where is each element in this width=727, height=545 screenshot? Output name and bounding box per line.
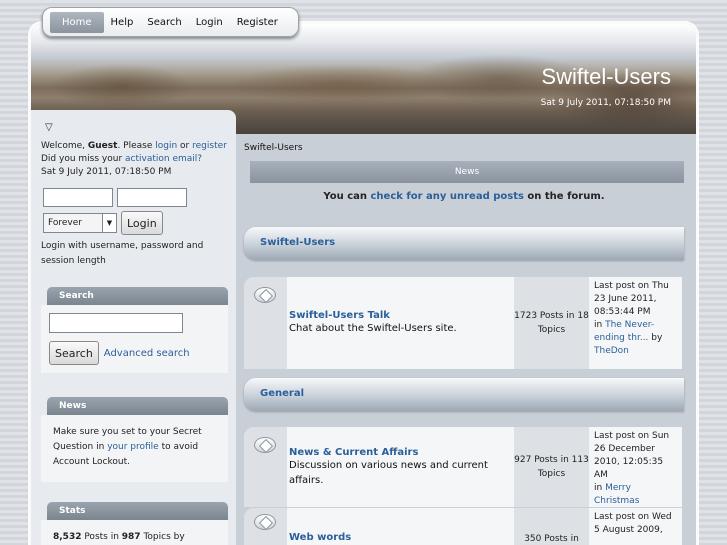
board-row: Web words 350 Posts in Last post on Wed … (244, 508, 682, 545)
board-icon (254, 437, 276, 453)
stats-box: Stats 8,532 Posts in 987 Topics by (41, 502, 228, 545)
news-title-bar: News (250, 161, 684, 183)
board-icon-cell (244, 508, 287, 545)
password-input[interactable] (117, 188, 187, 207)
board-icon (254, 287, 276, 303)
unread-posts-link[interactable]: check for any unread posts (371, 191, 524, 202)
last-post-text: Last post on Wed 5 August 2009, (594, 512, 672, 535)
breadcrumb[interactable]: Swiftel-Users (244, 143, 303, 153)
board-stats: 350 Posts in (514, 508, 589, 545)
news-box-title: News (47, 397, 228, 415)
nav-help[interactable]: Help (104, 12, 141, 33)
last-post-text: Last post on Sun 26 December 2010, 12:05… (594, 431, 670, 480)
board-main: Web words (287, 508, 514, 545)
search-box: Search Search Advanced search (41, 287, 228, 373)
board-last-post: Last post on Sun 26 December 2010, 12:05… (589, 427, 682, 519)
news-pre: You can (323, 191, 371, 202)
user-date: Sat 9 July 2011, 07:18:50 PM (41, 167, 172, 177)
news-line: You can check for any unread posts on th… (250, 191, 678, 202)
last-post-user-link[interactable]: TheDon (594, 346, 629, 356)
stats-topics: 987 (121, 532, 141, 542)
stats-text: 8,532 Posts in 987 Topics by (49, 530, 220, 545)
category-header[interactable]: Swiftel-Users (244, 227, 684, 260)
nav-home[interactable]: Home (50, 11, 104, 33)
news-box: News Make sure you set to your Secret Qu… (41, 397, 228, 482)
board-icon-cell (244, 277, 287, 369)
login-link[interactable]: login (155, 141, 177, 151)
session-length-select[interactable]: Forever ▼ (43, 213, 117, 233)
board-last-post: Last post on Thu 23 June 2011, 08:53:44 … (589, 277, 682, 369)
board-row: Swiftel-Users Talk Chat about the Swifte… (244, 277, 682, 369)
advanced-search-link[interactable]: Advanced search (104, 348, 190, 359)
board-name[interactable]: Web words (289, 532, 514, 543)
nav-search[interactable]: Search (140, 12, 188, 33)
board-last-post: Last post on Wed 5 August 2009, (589, 508, 682, 545)
last-post-in: in (594, 320, 606, 330)
stats-box-title: Stats (47, 502, 228, 520)
news-post: on the forum. (523, 191, 605, 202)
please-text: . Please (117, 141, 156, 151)
search-box-title: Search (47, 287, 228, 305)
search-input[interactable] (49, 313, 183, 333)
nav-login[interactable]: Login (189, 12, 230, 33)
board-name[interactable]: Swiftel-Users Talk (289, 310, 514, 321)
chevron-down-icon[interactable]: ▼ (102, 214, 116, 232)
board-desc: Chat about the Swiftel-Users site. (289, 323, 457, 334)
user-info: Welcome, Guest. Please login or register… (41, 140, 231, 179)
last-post-by: by (648, 333, 663, 343)
board-name[interactable]: News & Current Affairs (289, 447, 514, 458)
welcome-text: Welcome, (41, 141, 88, 151)
triangle-down-icon[interactable]: ▽ (45, 122, 53, 133)
last-post-in: in (594, 483, 606, 493)
login-fields (43, 188, 191, 210)
or-text: or (177, 141, 193, 151)
board-main: News & Current Affairs Discussion on var… (287, 427, 514, 507)
board-row: News & Current Affairs Discussion on var… (244, 427, 682, 519)
nav-register[interactable]: Register (230, 12, 285, 33)
stats-posts: 8,532 (53, 532, 82, 542)
activation-link[interactable]: activation email? (125, 154, 202, 164)
stats-topics-label: Topics by (140, 532, 185, 542)
board-icon (254, 514, 276, 530)
miss-text: Did you miss your (41, 154, 126, 164)
login-button[interactable]: Login (121, 211, 163, 235)
top-nav: Home Help Search Login Register (42, 7, 299, 37)
board-stats: 1723 Posts in 18 Topics (514, 277, 589, 369)
board-desc: Discussion on various news and current a… (289, 459, 488, 486)
login-note: Login with username, password and sessio… (41, 241, 204, 266)
board-icon-cell (244, 427, 287, 507)
session-length-value: Forever (48, 218, 82, 228)
stats-posts-label: Posts in (81, 532, 122, 542)
guest-name: Guest (87, 141, 118, 151)
username-input[interactable] (43, 188, 113, 207)
site-title: Swiftel-Users (541, 64, 671, 89)
sidebar: ▽ Welcome, Guest. Please login or regist… (31, 110, 236, 545)
board-stats: 927 Posts in 113 Topics (514, 427, 589, 507)
category-header[interactable]: General (244, 378, 684, 411)
board-main: Swiftel-Users Talk Chat about the Swifte… (287, 277, 514, 369)
last-post-text: Last post on Thu 23 June 2011, 08:53:44 … (594, 281, 669, 317)
search-button[interactable]: Search (49, 341, 99, 365)
header-date: Sat 9 July 2011, 07:18:50 PM (540, 98, 671, 108)
news-box-text: Make sure you set to your Secret Questio… (49, 425, 220, 470)
register-link[interactable]: register (192, 141, 227, 151)
login-controls: Forever ▼ Login (43, 211, 163, 235)
profile-link[interactable]: your profile (107, 442, 159, 452)
